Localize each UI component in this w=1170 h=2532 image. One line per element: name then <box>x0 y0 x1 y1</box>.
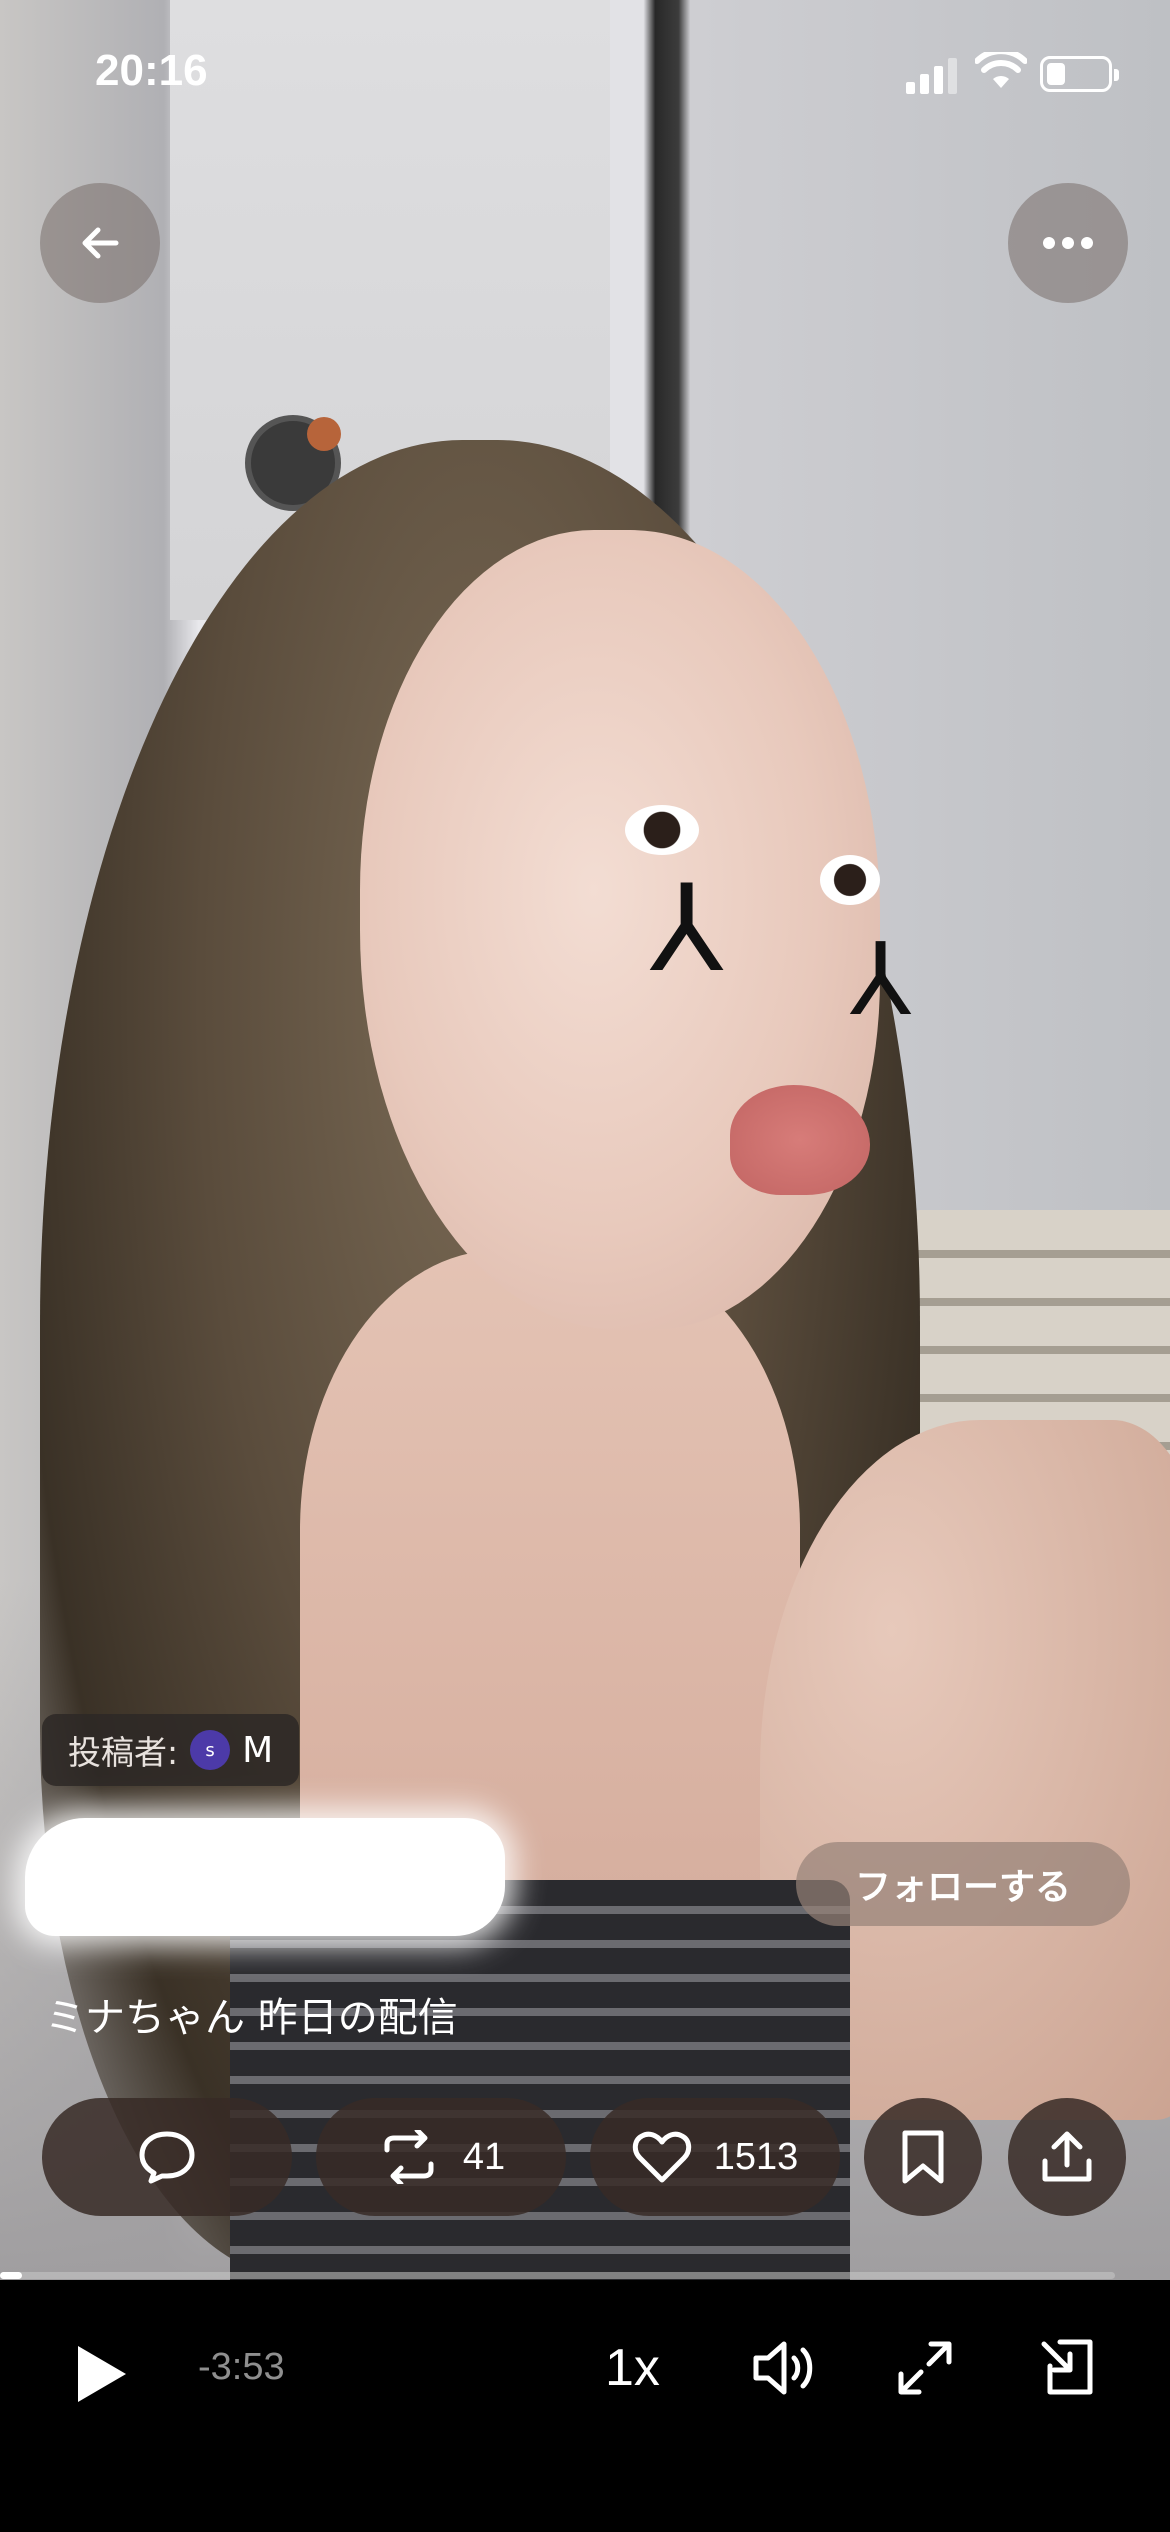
video-progress-bar[interactable] <box>0 2272 1115 2279</box>
status-time: 20:16 <box>95 46 208 95</box>
more-options-button[interactable] <box>1008 183 1128 303</box>
repost-icon <box>384 2130 434 2184</box>
volume-icon[interactable] <box>750 2338 814 2398</box>
ribbon-sticker-left: ⅄ <box>650 860 724 999</box>
exit-player-icon[interactable] <box>1040 2336 1098 2398</box>
comment-button[interactable] <box>42 2098 292 2216</box>
playback-speed-button[interactable]: 1x <box>605 2338 660 2398</box>
share-button[interactable] <box>1008 2098 1126 2216</box>
username-fragment: 往 <box>430 1848 470 1894</box>
video-progress-fill <box>0 2272 23 2279</box>
cellular-signal-icon <box>906 58 957 94</box>
video-player-screen: ⅄ ⅄ 20:16 投稿者: s M 往 フォローする ミナちゃん 昨日の配信 … <box>0 0 1170 2532</box>
like-count: 1513 <box>713 2135 799 2178</box>
player-control-bar: -3:53 1x <box>0 2280 1170 2532</box>
ellipsis-icon <box>1043 237 1093 249</box>
person-face <box>360 530 880 1330</box>
time-remaining: -3:53 <box>198 2346 285 2388</box>
like-button[interactable]: 1513 <box>590 2098 840 2216</box>
fullscreen-icon[interactable] <box>895 2338 955 2398</box>
poster-avatar: s <box>190 1730 231 1770</box>
back-button[interactable] <box>40 183 160 303</box>
poster-label: 投稿者: <box>68 1733 179 1772</box>
share-upload-icon <box>1042 2131 1092 2182</box>
video-frame[interactable]: ⅄ ⅄ <box>0 0 1170 2280</box>
play-icon[interactable] <box>72 2342 132 2406</box>
wifi-icon <box>975 52 1027 88</box>
ribbon-sticker-right: ⅄ <box>850 921 912 1038</box>
poster-name: M <box>242 1729 274 1771</box>
repost-button[interactable]: 41 <box>316 2098 566 2216</box>
person-eye-right <box>820 855 880 905</box>
bookmark-button[interactable] <box>864 2098 982 2216</box>
repost-count: 41 <box>462 2135 506 2178</box>
bookmark-icon <box>902 2130 944 2184</box>
person-top <box>230 1880 850 2280</box>
poster-chip[interactable]: 投稿者: s M <box>42 1714 300 1786</box>
comment-bubble-icon <box>139 2131 195 2184</box>
arrow-left-icon <box>82 227 119 259</box>
battery-icon <box>1040 56 1119 92</box>
heart-icon <box>632 2131 691 2183</box>
post-caption: ミナちゃん 昨日の配信 <box>45 1995 458 2041</box>
person-eye-left <box>625 805 699 855</box>
follow-button[interactable]: フォローする <box>796 1842 1130 1926</box>
